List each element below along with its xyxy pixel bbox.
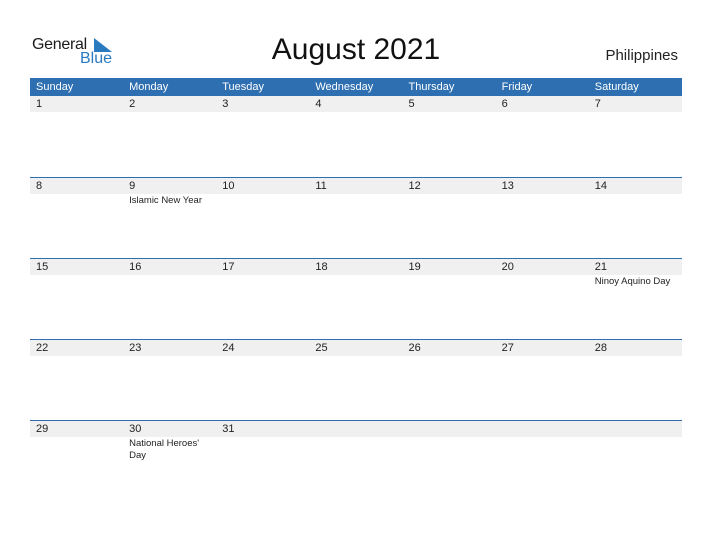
calendar-grid: Sunday Monday Tuesday Wednesday Thursday Frid… — [30, 78, 682, 501]
day-number: 31 — [222, 423, 235, 435]
day-number: 25 — [315, 342, 328, 354]
day-cell: 6 — [496, 96, 589, 113]
weekday-thursday: Thursday — [408, 81, 455, 93]
day-cell: 28 — [589, 340, 682, 357]
day-number: 28 — [594, 342, 607, 354]
day-cell: 16 — [123, 259, 216, 288]
day-number: 27 — [501, 342, 514, 354]
week-row: 8 9 Islamic New Year 10 11 12 13 14 — [30, 177, 682, 258]
day-cell: 18 — [309, 259, 402, 288]
day-number: 8 — [36, 180, 43, 192]
day-number: 26 — [408, 342, 421, 354]
country-label: Philippines — [605, 47, 678, 64]
day-cell: 17 — [216, 259, 309, 288]
day-number: 21 — [594, 261, 607, 273]
week-row: 15 16 17 18 19 20 21 Ninoy Aquino Day — [30, 258, 682, 339]
holiday-label: Ninoy Aquino Day — [594, 276, 671, 287]
weekday-tuesday: Tuesday — [222, 81, 265, 93]
day-number: 17 — [222, 261, 235, 273]
day-number: 14 — [594, 180, 607, 192]
day-number: 3 — [222, 98, 229, 110]
day-cell: 3 — [216, 96, 309, 113]
day-cell: 25 — [309, 340, 402, 357]
day-cell: 30 National Heroes' Day — [123, 421, 216, 462]
day-number: 24 — [222, 342, 235, 354]
day-cell: 26 — [403, 340, 496, 357]
day-number: 2 — [129, 98, 136, 110]
weekday-monday: Monday — [129, 81, 169, 93]
day-cell — [309, 421, 402, 462]
day-cell — [496, 421, 589, 462]
day-cell: 4 — [309, 96, 402, 113]
holiday-label: National Heroes' Day — [129, 438, 200, 461]
day-number — [502, 421, 589, 437]
day-number: 13 — [501, 180, 514, 192]
day-number: 7 — [594, 98, 601, 110]
day-number — [315, 421, 402, 437]
day-number: 4 — [315, 98, 322, 110]
day-number — [409, 421, 496, 437]
day-cell: 11 — [309, 178, 402, 207]
weekday-friday: Friday — [501, 81, 533, 93]
weekday-wednesday: Wednesday — [315, 81, 374, 93]
day-number: 15 — [36, 261, 49, 273]
day-cell: 22 — [30, 340, 123, 357]
day-number: 16 — [129, 261, 142, 273]
day-cell: 5 — [403, 96, 496, 113]
day-cell: 15 — [30, 259, 123, 288]
weekday-saturday: Saturday — [594, 81, 639, 93]
week-row: 1 2 3 4 5 6 7 — [30, 96, 682, 177]
day-number: 22 — [36, 342, 49, 354]
day-cell: 20 — [496, 259, 589, 288]
week-row: 29 30 National Heroes' Day 31 — [30, 420, 682, 501]
day-cell: 31 — [216, 421, 309, 462]
day-number — [595, 421, 682, 437]
day-cell: 10 — [216, 178, 309, 207]
day-number: 9 — [129, 180, 136, 192]
day-cell: 29 — [30, 421, 123, 462]
weekday-sunday: Sunday — [36, 81, 74, 93]
day-number: 19 — [408, 261, 421, 273]
day-cell: 27 — [496, 340, 589, 357]
day-number: 23 — [129, 342, 142, 354]
day-cell: 7 — [589, 96, 682, 113]
day-number: 29 — [36, 423, 49, 435]
day-cell: 24 — [216, 340, 309, 357]
day-number: 20 — [501, 261, 514, 273]
day-cell: 12 — [403, 178, 496, 207]
day-cell: 23 — [123, 340, 216, 357]
day-number: 1 — [36, 98, 43, 110]
day-number: 11 — [315, 180, 327, 192]
day-cell: 9 Islamic New Year — [123, 178, 216, 207]
day-cell: 19 — [403, 259, 496, 288]
day-number: 18 — [315, 261, 328, 273]
day-cell — [589, 421, 682, 462]
day-cell — [403, 421, 496, 462]
day-cell: 1 — [30, 96, 123, 113]
day-number: 12 — [408, 180, 421, 192]
day-cell: 8 — [30, 178, 123, 207]
day-number: 6 — [501, 98, 508, 110]
weekday-header: Sunday Monday Tuesday Wednesday Thursday Frid… — [30, 78, 682, 96]
day-number: 10 — [222, 180, 235, 192]
day-cell: 2 — [123, 96, 216, 113]
holiday-label: Islamic New Year — [129, 195, 202, 206]
day-cell: 13 — [496, 178, 589, 207]
day-cell: 21 Ninoy Aquino Day — [589, 259, 682, 288]
day-cell: 14 — [589, 178, 682, 207]
week-row: 22 23 24 25 26 27 28 — [30, 339, 682, 420]
day-number: 30 — [129, 423, 142, 435]
day-number: 5 — [408, 98, 415, 110]
